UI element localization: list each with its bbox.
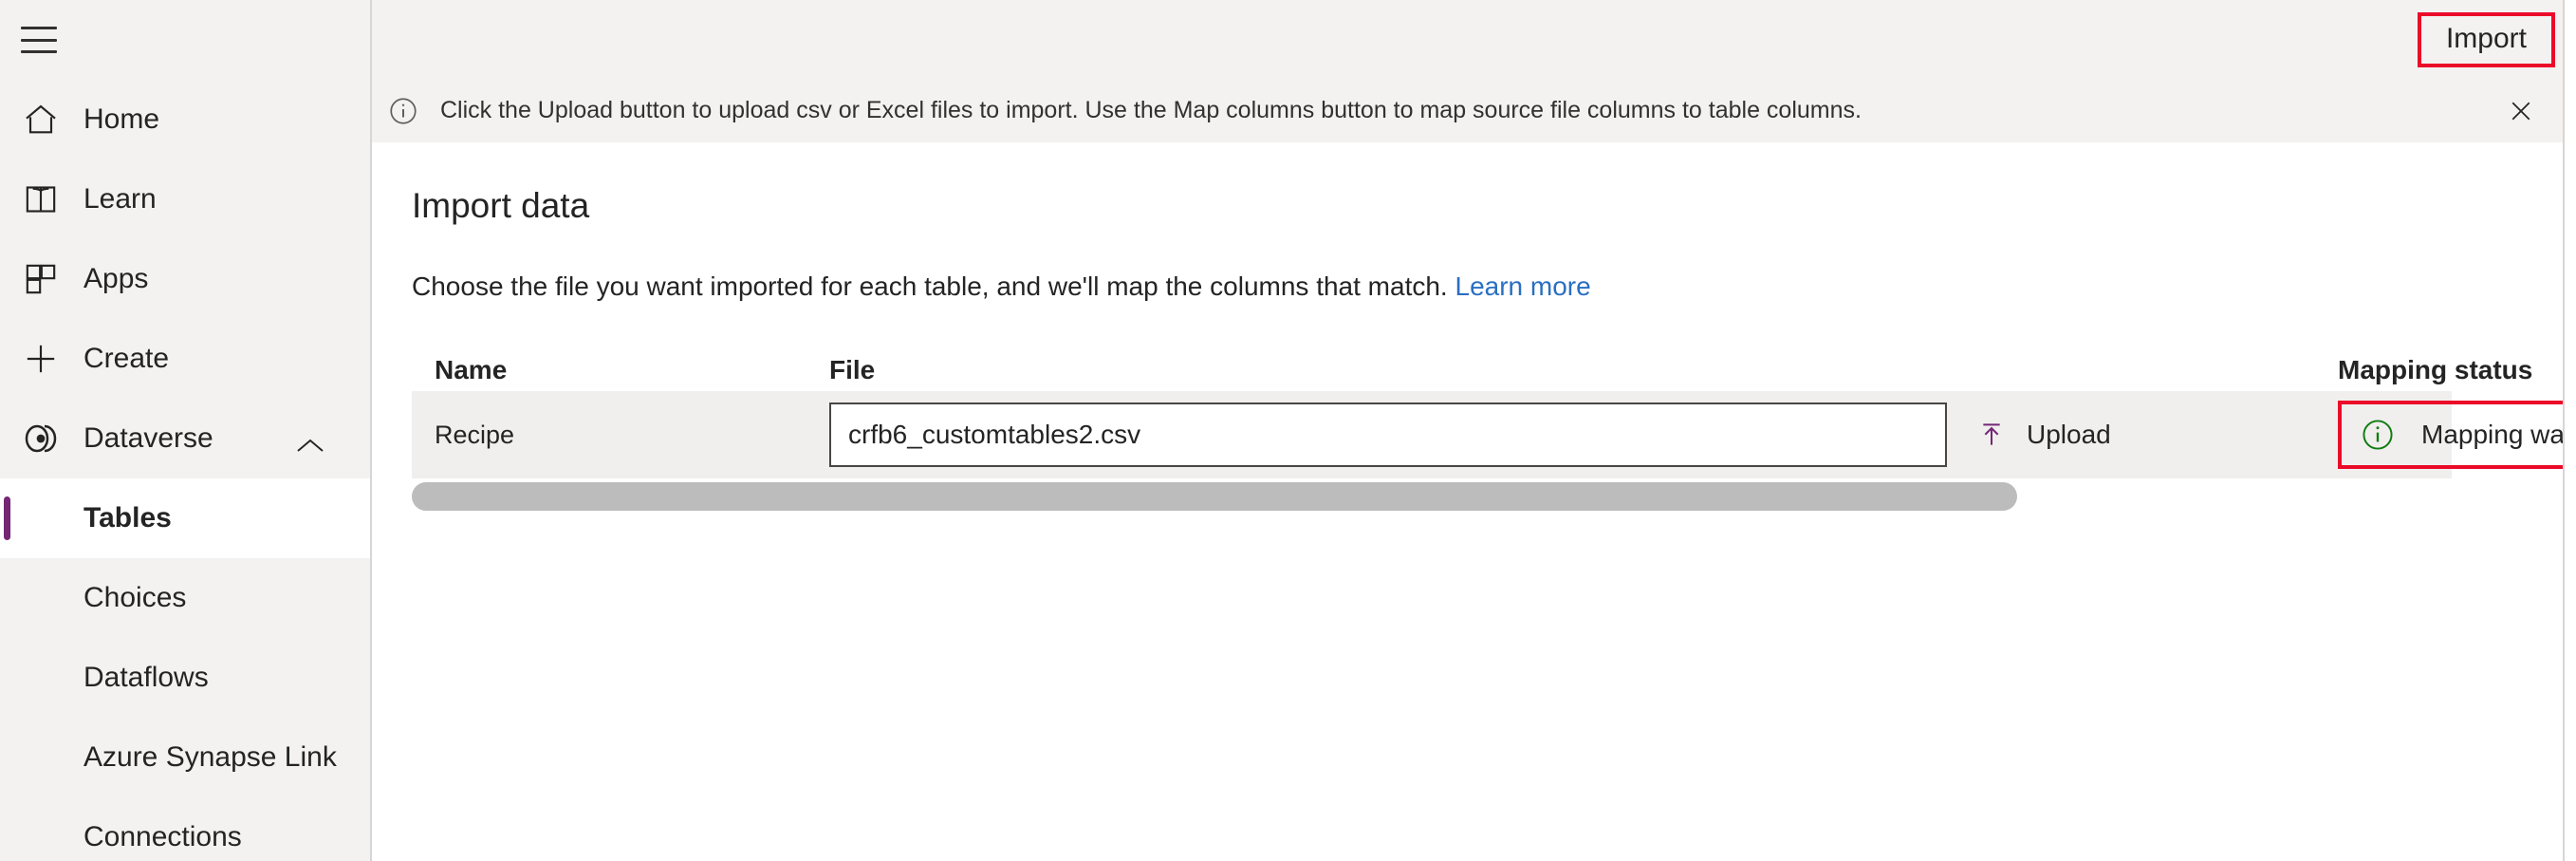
grid-header-row: Name File Mapping status: [412, 355, 2576, 395]
content-area: Import data Choose the file you want imp…: [372, 142, 2576, 861]
sidebar-item-azure-synapse-link[interactable]: Azure Synapse Link: [0, 718, 370, 797]
info-circle-icon: [387, 95, 419, 127]
page-description: Choose the file you want imported for ea…: [412, 271, 2576, 302]
table-row: Recipe Upload: [412, 391, 2452, 478]
page-description-text: Choose the file you want imported for ea…: [412, 271, 1448, 301]
sidebar-subitem-label: Tables: [83, 502, 172, 534]
notification-message: Click the Upload button to upload csv or…: [440, 97, 1862, 124]
book-icon: [21, 179, 61, 219]
sidebar-item-choices[interactable]: Choices: [0, 558, 370, 638]
import-grid: Name File Mapping status Recipe: [412, 355, 2576, 515]
sidebar-item-home[interactable]: Home: [0, 80, 370, 159]
sidebar: Home Learn Apps: [0, 0, 372, 861]
notification-bar: Click the Upload button to upload csv or…: [372, 80, 2576, 142]
sidebar-item-apps[interactable]: Apps: [0, 239, 370, 319]
home-icon: [21, 100, 61, 140]
sidebar-item-dataverse[interactable]: Dataverse: [0, 399, 370, 478]
info-circle-green-icon: [2359, 416, 2397, 454]
hamburger-icon[interactable]: [21, 27, 57, 53]
sidebar-item-create[interactable]: Create: [0, 319, 370, 399]
vertical-scrollbar[interactable]: [2563, 0, 2576, 861]
sidebar-item-label: Learn: [83, 183, 157, 215]
chevron-up-icon[interactable]: [296, 430, 324, 447]
sidebar-subitem-label: Choices: [83, 582, 186, 614]
sidebar-item-dataflows[interactable]: Dataflows: [0, 638, 370, 718]
upload-arrow-icon: [1975, 419, 2008, 451]
sidebar-item-label: Apps: [83, 263, 148, 295]
status-badge[interactable]: Mapping was successful: [2338, 401, 2576, 469]
sidebar-item-label: Home: [83, 103, 159, 136]
sidebar-item-tables[interactable]: Tables: [0, 478, 370, 558]
sidebar-item-connections[interactable]: Connections: [0, 797, 370, 861]
status-badge-label: Mapping was successful: [2421, 420, 2576, 450]
sidebar-subitem-label: Azure Synapse Link: [83, 741, 337, 774]
sidebar-item-label: Dataverse: [83, 422, 213, 455]
close-icon[interactable]: [2506, 96, 2536, 126]
upload-button[interactable]: Upload: [1975, 419, 2111, 451]
column-header-mapping-status: Mapping status: [2338, 355, 2532, 385]
horizontal-scrollbar-thumb[interactable]: [412, 482, 2017, 511]
dataverse-icon: [21, 419, 61, 459]
horizontal-scrollbar-track[interactable]: [412, 478, 2452, 515]
cell-mapping-status: Mapping was successful: [2338, 401, 2576, 469]
app-root: Home Learn Apps: [0, 0, 2576, 861]
sidebar-item-label: Create: [83, 343, 169, 375]
command-bar: Import: [372, 0, 2576, 80]
upload-button-label: Upload: [2027, 420, 2111, 450]
import-button[interactable]: Import: [2418, 12, 2555, 67]
file-name-input[interactable]: [829, 402, 1947, 467]
sidebar-item-learn[interactable]: Learn: [0, 159, 370, 239]
page-title: Import data: [412, 186, 2576, 226]
cell-table-name: Recipe: [412, 421, 829, 450]
column-header-name: Name: [412, 355, 829, 385]
column-header-file: File: [829, 355, 2338, 385]
learn-more-link[interactable]: Learn more: [1455, 271, 1591, 301]
apps-grid-icon: [21, 259, 61, 299]
main-area: Import Click the Upload button to upload…: [372, 0, 2576, 861]
cell-file: Upload: [829, 402, 2338, 467]
hamburger-row: [0, 0, 370, 80]
plus-icon: [21, 339, 61, 379]
sidebar-subitem-label: Dataflows: [83, 662, 209, 694]
sidebar-subitem-label: Connections: [83, 821, 242, 853]
